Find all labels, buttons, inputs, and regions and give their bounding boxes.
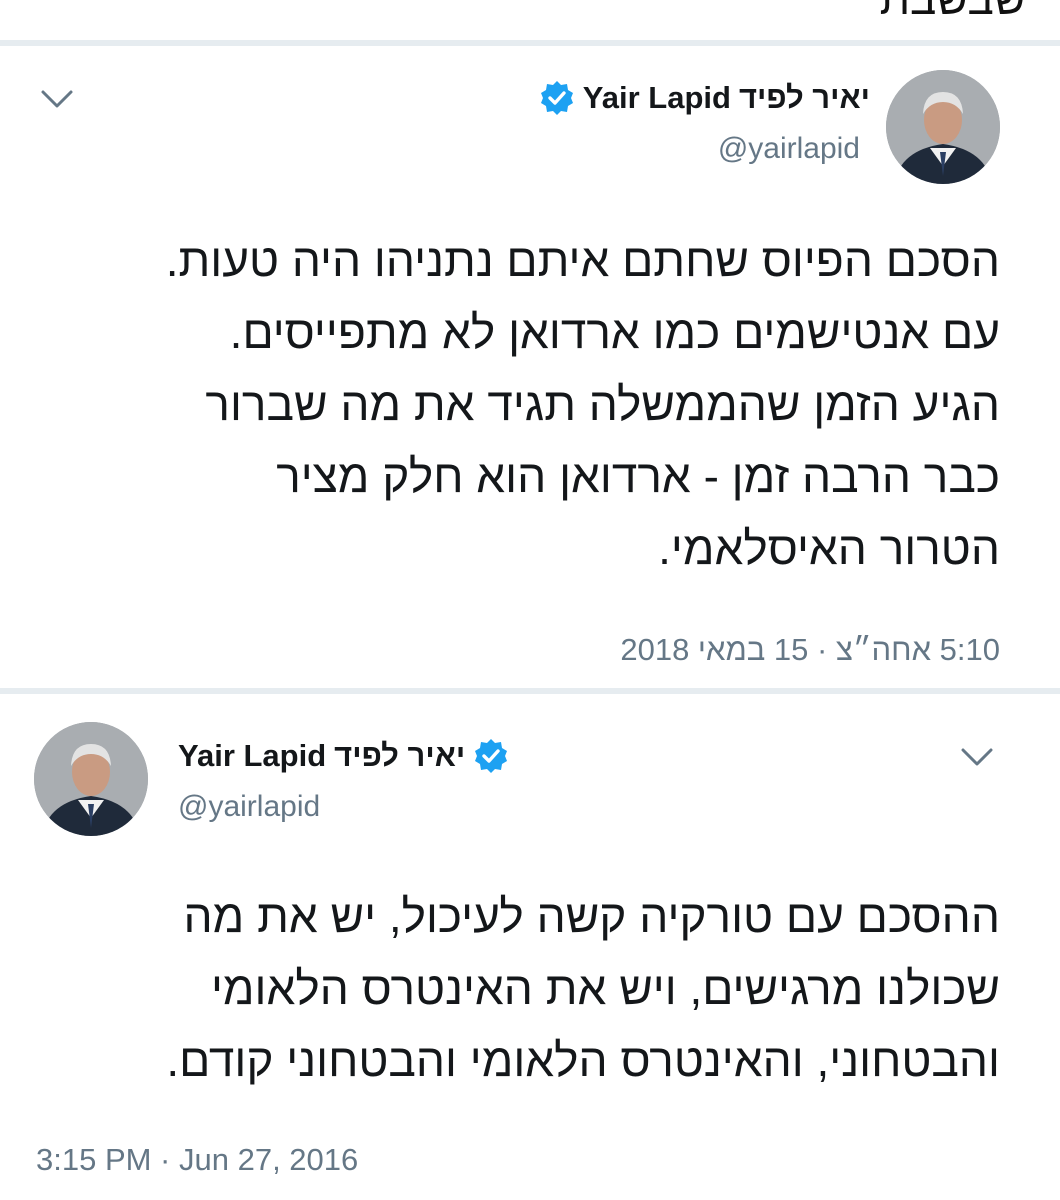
tweet-body: ההסכם עם טורקיה קשה לעיכול, יש את מה שכו… — [166, 880, 1000, 1096]
tweet-body-line: הטרור האיסלאמי. — [658, 522, 1000, 574]
tweet-timestamp[interactable]: 5:10 אחה״צ · 15 במאי 2018 — [620, 632, 1000, 668]
chevron-down-icon[interactable] — [960, 746, 994, 768]
header-fragment-text: שבשבת — [880, 0, 1026, 22]
tweet-body-line: כבר הרבה זמן - ארדואן הוא חלק מציר — [276, 450, 1000, 502]
profile-photo — [34, 722, 148, 836]
tweet-body-line: והבטחוני, והאינטרס הלאומי והבטחוני קודם. — [166, 1034, 1000, 1086]
author-name-row[interactable]: Yair Lapid יאיר לפיד — [178, 738, 509, 774]
avatar[interactable] — [34, 722, 148, 836]
author-name-english: Yair Lapid — [582, 80, 731, 115]
profile-photo — [886, 70, 1000, 184]
tweet-card-1[interactable]: Yair Lapid יאיר לפיד @yairlapid הסכם הפי… — [0, 46, 1060, 686]
tweet-body-line: ההסכם עם טורקיה קשה לעיכול, יש את מה — [183, 890, 1000, 942]
tweet-body-line: הסכם הפיוס שחתם איתם נתניהו היה טעות. — [165, 234, 1000, 286]
tweet-body: הסכם הפיוס שחתם איתם נתניהו היה טעות. עם… — [166, 224, 1000, 584]
author-name-hebrew: יאיר לפיד — [334, 738, 466, 773]
author-handle[interactable]: @yairlapid — [718, 132, 860, 166]
author-name-english: Yair Lapid — [178, 738, 327, 773]
chevron-down-icon[interactable] — [40, 88, 74, 110]
author-handle[interactable]: @yairlapid — [178, 790, 320, 824]
tweet-body-line: שכולנו מרגישים, ויש את האינטרס הלאומי — [210, 962, 1000, 1014]
tweet-timestamp[interactable]: 3:15 PM · Jun 27, 2016 — [36, 1142, 358, 1178]
verified-badge-icon — [539, 80, 575, 116]
avatar[interactable] — [886, 70, 1000, 184]
author-name-hebrew: יאיר לפיד — [738, 80, 870, 115]
tweet-card-2[interactable]: Yair Lapid יאיר לפיד @yairlapid ההסכם עם… — [0, 694, 1060, 1200]
tweet-body-line: עם אנטישמים כמו ארדואן לא מתפייסים. — [229, 306, 1000, 358]
author-name-row[interactable]: Yair Lapid יאיר לפיד — [539, 80, 870, 116]
tweet-body-line: הגיע הזמן שהממשלה תגיד את מה שברור — [205, 378, 1000, 430]
verified-badge-icon — [473, 738, 509, 774]
